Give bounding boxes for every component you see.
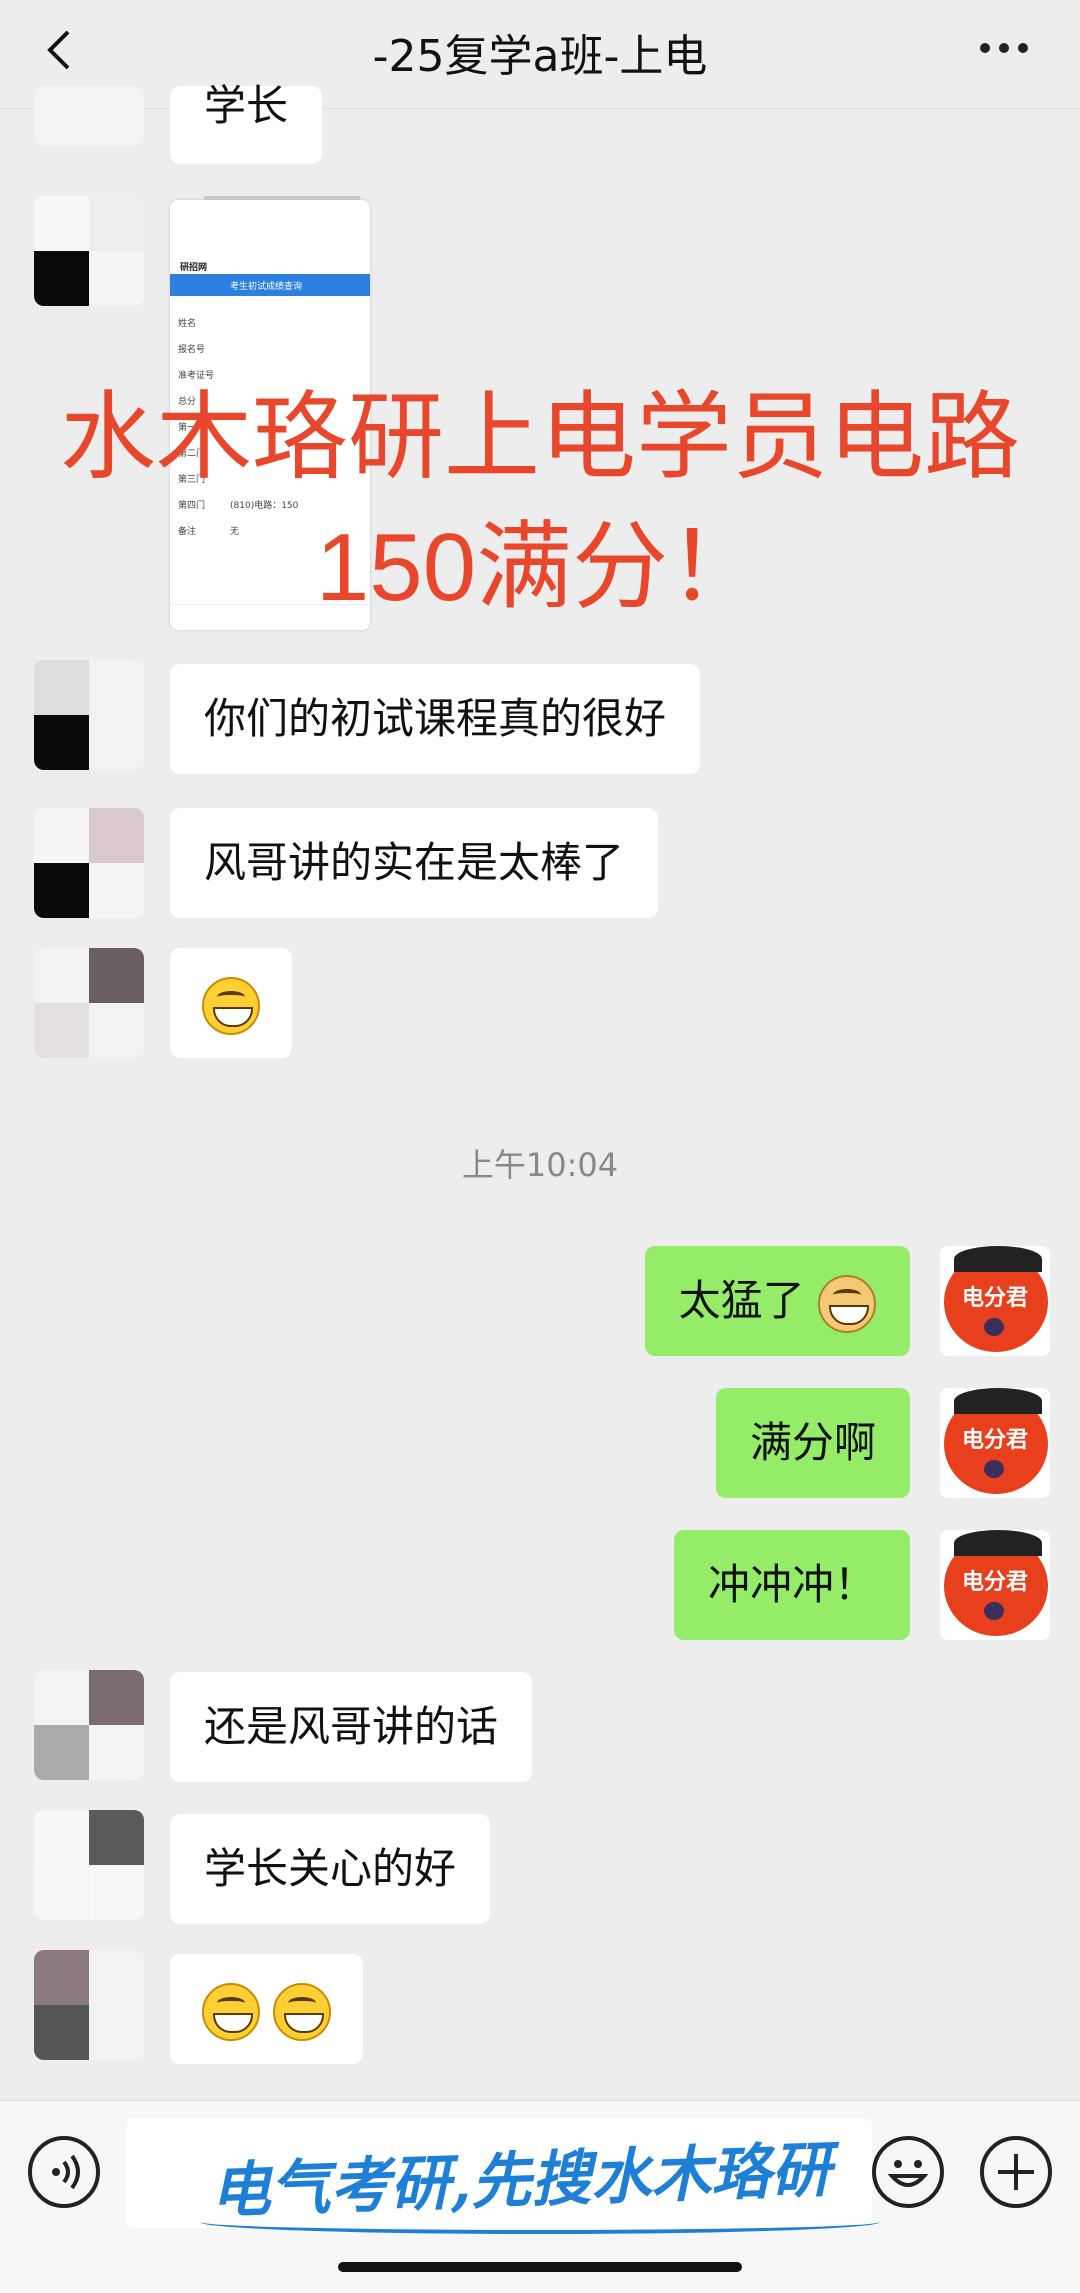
message-bubble	[170, 948, 292, 1058]
grinning-emoji-icon	[202, 976, 260, 1035]
avatar[interactable]: 电分君	[940, 1388, 1050, 1498]
message-bubble: 还是风哥讲的话	[170, 1672, 533, 1782]
emoji-icon[interactable]	[872, 2136, 944, 2208]
message-text: 太猛了	[678, 1276, 805, 1325]
avatar[interactable]	[34, 1670, 144, 1780]
avatar[interactable]	[34, 1810, 144, 1920]
sent-message-bubble: 满分啊	[715, 1388, 910, 1498]
avatar[interactable]: 电分君	[940, 1246, 1050, 1356]
slogan-underline	[200, 2210, 880, 2234]
chat-title: -25复学a班-上电	[372, 31, 708, 82]
avatar[interactable]	[34, 660, 144, 770]
message-text: 冲冲冲！	[707, 1560, 876, 1609]
avatar-label: 电分君	[961, 1569, 1028, 1595]
timestamp: 上午10:04	[461, 1146, 619, 1184]
home-indicator	[338, 2262, 742, 2272]
avatar[interactable]	[34, 948, 144, 1058]
message-text: 风哥讲的实在是太棒了	[204, 838, 625, 887]
card-row: 报名号	[178, 345, 206, 355]
message-text: 你们的初试课程真的很好	[204, 694, 667, 743]
message-bubble: 学长关心的好	[170, 1814, 491, 1924]
message-bubble: 你们的初试课程真的很好	[170, 664, 701, 774]
avatar-label: 电分君	[961, 1285, 1028, 1311]
avatar[interactable]	[34, 1950, 144, 2060]
overlay-subline: 150满分！	[315, 514, 765, 621]
message-text: 还是风哥讲的话	[204, 1702, 499, 1751]
more-icon[interactable]	[980, 38, 1040, 58]
card-banner-text: 考生初试成绩查询	[230, 282, 303, 292]
avatar-label: 电分君	[961, 1427, 1028, 1453]
grinning-emoji-icon	[202, 1982, 260, 2041]
card-row: 姓名	[178, 319, 197, 329]
grinning-emoji-icon	[273, 1982, 332, 2041]
card-banner: 考生初试成绩查询	[170, 274, 370, 296]
overlay-headline: 水木珞研上电学员电路	[60, 384, 1020, 491]
card-brand: 研招网	[180, 263, 208, 273]
message-text: 满分啊	[749, 1418, 876, 1467]
sent-message-bubble: 冲冲冲！	[673, 1530, 910, 1640]
voice-icon[interactable]	[28, 2136, 100, 2208]
message-text: 学长关心的好	[204, 1844, 457, 1893]
message-bubble: 学长	[170, 85, 323, 164]
plus-icon[interactable]	[980, 2136, 1052, 2208]
avatar[interactable]	[34, 86, 144, 146]
avatar[interactable]	[34, 196, 144, 306]
chat-header: -25复学a班-上电	[0, 0, 1080, 109]
message-text: 学长	[204, 81, 289, 130]
sent-message-bubble: 太猛了	[644, 1246, 910, 1356]
doge-emoji-icon	[818, 1274, 876, 1333]
avatar[interactable]: 电分君	[940, 1530, 1050, 1640]
avatar[interactable]	[34, 808, 144, 918]
message-bubble	[170, 1954, 364, 2064]
message-bubble: 风哥讲的实在是太棒了	[170, 808, 659, 918]
